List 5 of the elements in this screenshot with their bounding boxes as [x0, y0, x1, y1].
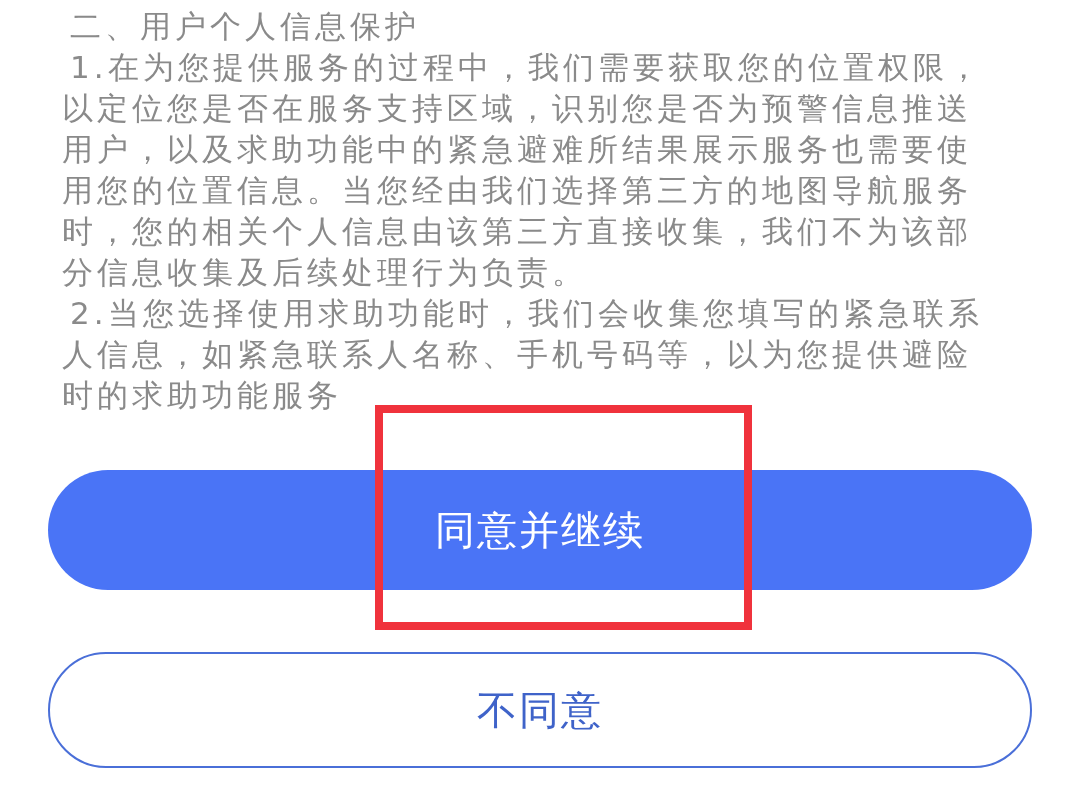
policy-paragraph: 1.在为您提供服务的过程中，我们需要获取您的位置权限，以定位您是否在服务支持区域，识别您是否为预警信息推送用户，以及求助功能中的紧急避难所结果展示服务也需要使用您的位置信息。当您经由我们选择第三方的地图导航服务时，您的相关个人信息由该第三方直接收集，我们不为该部分信息收集及后续处理行为负责。	[62, 48, 984, 292]
disagree-button[interactable]: 不同意	[48, 652, 1032, 768]
agree-button[interactable]: 同意并继续	[48, 470, 1032, 590]
section-heading: 二、用户个人信息保护	[69, 7, 421, 46]
policy-paragraph: 2.当您选择使用求助功能时，我们会收集您填写的紧急联系人信息，如紧急联系人名称、手机号码等，以为您提供避险时的求助功能服务	[62, 294, 984, 415]
